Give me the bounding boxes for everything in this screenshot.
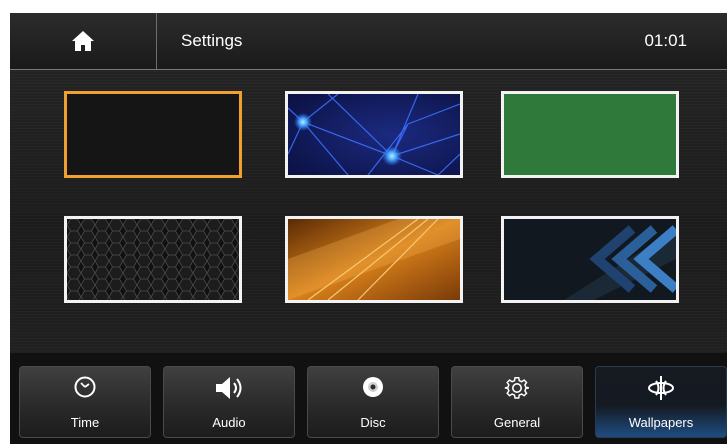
wallpaper-option-network[interactable] <box>285 91 463 178</box>
home-button[interactable] <box>10 13 157 69</box>
clock-time: 01:01 <box>644 31 687 50</box>
tab-general[interactable]: General <box>451 366 583 438</box>
wallpaper-option-black[interactable] <box>64 91 242 178</box>
tab-time-label: Time <box>70 415 100 430</box>
disc-icon <box>363 377 383 397</box>
wallpaper-icon <box>648 376 674 400</box>
wallpaper-option-hexagon[interactable] <box>64 216 242 303</box>
tab-wallpapers-label: Wallpapers <box>628 415 694 430</box>
wallpaper-option-amber[interactable] <box>285 216 463 303</box>
speaker-icon <box>216 377 242 399</box>
tab-wallpapers[interactable]: Wallpapers <box>595 366 727 438</box>
wallpaper-option-green[interactable] <box>501 91 679 178</box>
gear-icon <box>504 377 529 399</box>
page-title: Settings <box>181 31 243 50</box>
tab-general-label: General <box>493 415 541 430</box>
wallpaper-grid <box>10 69 727 349</box>
tab-time[interactable]: Time <box>19 366 151 438</box>
tab-disc-label: Disc <box>360 415 386 430</box>
tab-audio-label: Audio <box>212 415 246 430</box>
home-icon <box>72 31 94 51</box>
bottom-tab-bar: Time Audio Disc General Wallpapers <box>10 353 727 444</box>
settings-screen: Settings 01:01 Time Audio Disc General W… <box>10 13 727 444</box>
tab-audio[interactable]: Audio <box>163 366 295 438</box>
clock-icon <box>74 376 96 398</box>
tab-disc[interactable]: Disc <box>307 366 439 438</box>
header-bar: Settings 01:01 <box>10 13 727 70</box>
wallpaper-option-chevron[interactable] <box>501 216 679 303</box>
